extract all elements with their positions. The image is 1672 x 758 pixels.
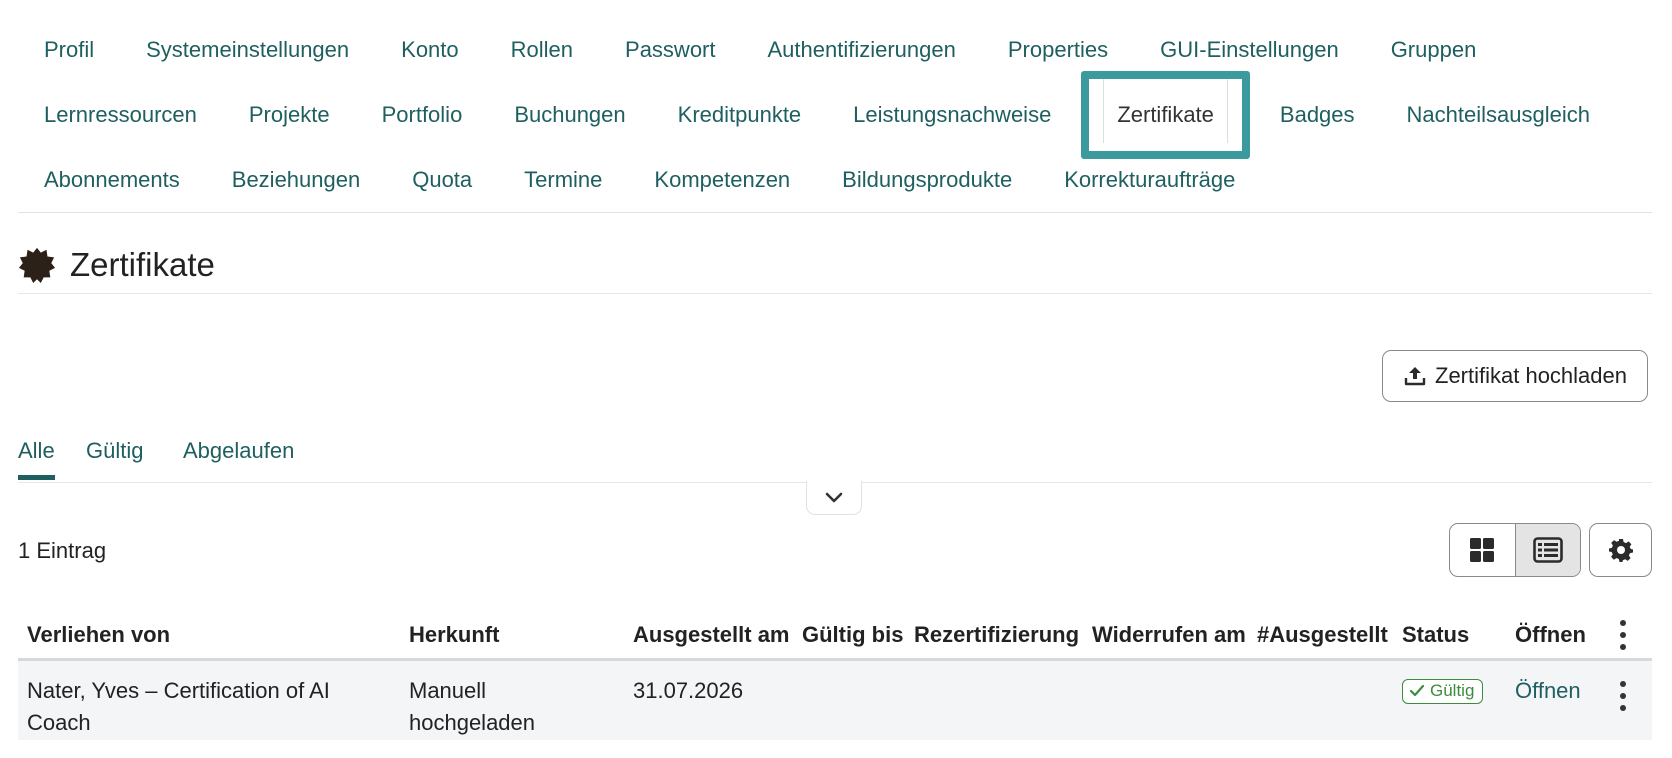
upload-icon (1404, 367, 1426, 386)
tab-row-2: Lernressourcen Projekte Portfolio Buchun… (18, 71, 1616, 159)
col-rezertifizierung[interactable]: Rezertifizierung (914, 622, 1079, 648)
tab-buchungen[interactable]: Buchungen (488, 85, 651, 145)
column-options-kebab-icon[interactable] (1613, 620, 1633, 650)
chevron-down-icon (825, 492, 843, 502)
tab-beziehungen[interactable]: Beziehungen (206, 150, 386, 210)
tab-systemeinstellungen[interactable]: Systemeinstellungen (120, 20, 375, 80)
table-row: Nater, Yves – Certification of AI Coach … (18, 661, 1652, 740)
tab-korrekturauftraege[interactable]: Korrekturaufträge (1038, 150, 1261, 210)
cell-herkunft: Manuell hochgeladen (409, 678, 536, 735)
tab-bildungsprodukte[interactable]: Bildungsprodukte (816, 150, 1038, 210)
tab-kompetenzen[interactable]: Kompetenzen (628, 150, 816, 210)
tab-projekte[interactable]: Projekte (223, 85, 356, 145)
entry-count: 1 Eintrag (18, 538, 107, 563)
list-icon (1532, 537, 1563, 563)
certificate-seal-icon (18, 247, 56, 284)
tab-kreditpunkte[interactable]: Kreditpunkte (652, 85, 828, 145)
col-ausgestellt-am[interactable]: Ausgestellt am (633, 622, 790, 648)
grid-view-button[interactable] (1450, 524, 1515, 576)
filter-tab-gueltig[interactable]: Gültig (86, 438, 143, 480)
tab-passwort[interactable]: Passwort (599, 20, 741, 80)
tab-gruppen[interactable]: Gruppen (1365, 20, 1503, 80)
tab-lernressourcen[interactable]: Lernressourcen (18, 85, 223, 145)
page-title: Zertifikate (70, 246, 215, 283)
view-mode-switch (1449, 523, 1581, 577)
tab-authentifizierungen[interactable]: Authentifizierungen (742, 20, 982, 80)
tab-leistungsnachweise[interactable]: Leistungsnachweise (827, 85, 1077, 145)
status-badge: Gültig (1402, 679, 1484, 704)
certificates-table: Verliehen von Herkunft Ausgestellt am Gü… (18, 610, 1652, 740)
check-icon (1409, 684, 1425, 697)
cell-ausgestellt-am: 31.07.2026 (633, 678, 744, 703)
tab-rollen[interactable]: Rollen (485, 20, 599, 80)
tab-row-3: Abonnements Beziehungen Quota Termine Ko… (18, 150, 1261, 210)
tab-zertifikate[interactable]: Zertifikate (1081, 71, 1250, 159)
upload-certificate-label: Zertifikat hochladen (1435, 363, 1627, 388)
col-verliehen-von[interactable]: Verliehen von (27, 622, 170, 648)
tab-nachteilsausgleich[interactable]: Nachteilsausgleich (1381, 85, 1616, 145)
page-header: Zertifikate (18, 246, 215, 284)
col-gueltig-bis[interactable]: Gültig bis (802, 622, 903, 648)
tab-konto[interactable]: Konto (375, 20, 485, 80)
status-label: Gültig (1430, 681, 1475, 700)
col-oeffnen[interactable]: Öffnen (1515, 622, 1586, 648)
table-header-row: Verliehen von Herkunft Ausgestellt am Gü… (18, 610, 1652, 661)
col-status[interactable]: Status (1402, 622, 1469, 648)
filter-tabs: Alle Gültig Abgelaufen (18, 430, 1652, 483)
tab-quota[interactable]: Quota (386, 150, 498, 210)
cell-verliehen-von: Nater, Yves – Certification of AI Coach (27, 678, 330, 735)
open-link[interactable]: Öffnen (1515, 675, 1581, 707)
filter-tab-alle[interactable]: Alle (18, 438, 55, 480)
filter-expand-toggle[interactable] (806, 481, 862, 515)
tab-badges[interactable]: Badges (1254, 85, 1381, 145)
tab-abonnements[interactable]: Abonnements (18, 150, 206, 210)
gear-icon (1608, 539, 1633, 562)
grid-icon (1470, 538, 1495, 562)
title-divider (18, 293, 1652, 294)
tab-portfolio[interactable]: Portfolio (356, 85, 489, 145)
upload-certificate-button[interactable]: Zertifikat hochladen (1382, 350, 1648, 402)
col-herkunft[interactable]: Herkunft (409, 622, 499, 648)
tab-row-1: Profil Systemeinstellungen Konto Rollen … (18, 20, 1502, 80)
col-widerrufen-am[interactable]: Widerrufen am (1092, 622, 1246, 648)
user-admin-tab-nav: Profil Systemeinstellungen Konto Rollen … (18, 18, 1652, 213)
filter-tab-abgelaufen[interactable]: Abgelaufen (183, 438, 294, 480)
page: Profil Systemeinstellungen Konto Rollen … (0, 0, 1672, 758)
tab-profil[interactable]: Profil (18, 20, 120, 80)
list-view-button[interactable] (1514, 524, 1580, 576)
col-ausgestellt-count[interactable]: #Ausgestellt (1257, 622, 1388, 648)
table-settings-button[interactable] (1589, 523, 1652, 577)
row-actions-kebab-icon[interactable] (1613, 681, 1633, 711)
tab-termine[interactable]: Termine (498, 150, 628, 210)
